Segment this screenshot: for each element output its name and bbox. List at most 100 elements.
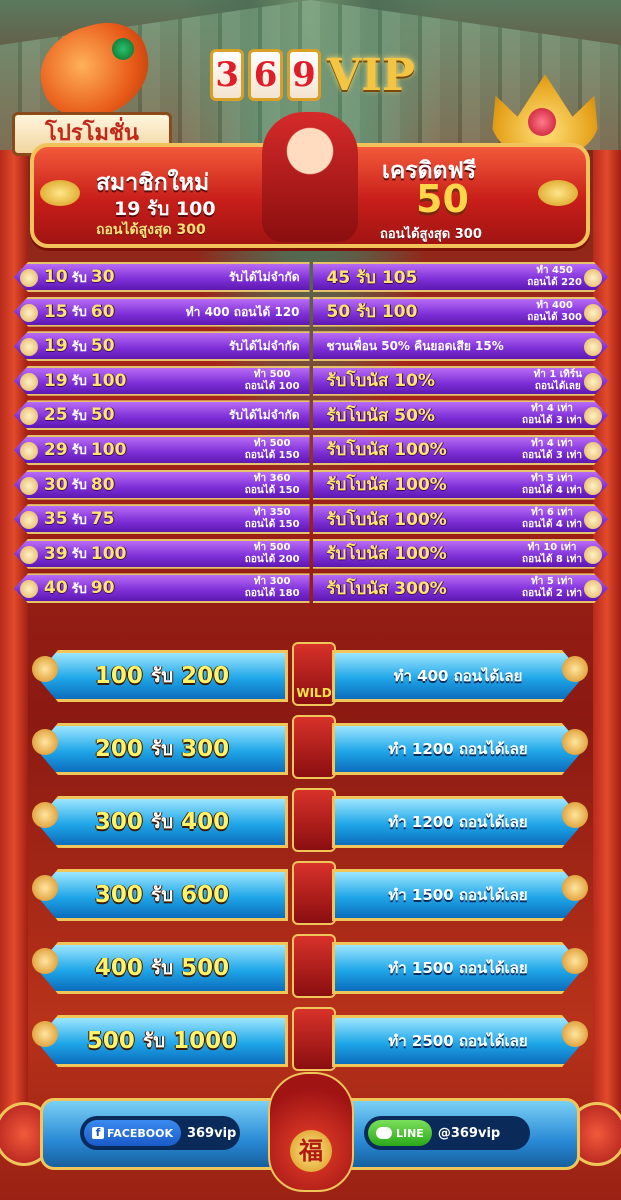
fan-icon (584, 546, 602, 564)
facebook-pill[interactable]: f FACEBOOK (84, 1120, 181, 1146)
big-promo-right: ทำ 1200 ถอนได้เลย (332, 723, 584, 775)
fan-icon (20, 372, 38, 391)
slot-symbol-icon (292, 861, 336, 925)
promo-cell-left: 15 รับ 60 ทำ 400 ถอนได้ 120 (14, 296, 310, 327)
big-rub: รับ (150, 665, 174, 687)
big-rub: รับ (150, 957, 174, 979)
fan-icon (20, 338, 38, 357)
big-promo-left: 300 รับ 400 (36, 796, 288, 848)
promo-cell-left: 30 รับ 80 ทำ 360 ถอนได้ 150 (14, 469, 310, 500)
line-handle: @369vip (437, 1125, 501, 1141)
promo-list-small: 10 รับ 30 รับได้ไม่จำกัด 45 รับ 105 ทำ 4… (14, 262, 608, 608)
big-rub: รับ (150, 811, 174, 833)
fan-icon (20, 441, 38, 460)
row-get: 60 (90, 301, 115, 322)
row-rub: รับ (71, 374, 87, 390)
promo-cell-right: รับโบนัส 100% ทำ 4 เท่า ถอนได้ 3 เท่า (313, 435, 608, 465)
big-deposit: 100 (94, 663, 143, 689)
big-note: ทำ 1200 ถอนได้เลย (388, 740, 528, 758)
row-deposit: 25 (44, 405, 68, 426)
fan-icon (584, 580, 602, 598)
row-right-main: รับโบนัส 100% (326, 544, 447, 565)
promo-row: 19 รับ 100 ทำ 500 ถอนได้ 100 รับโบนัส 10%… (14, 365, 608, 396)
big-deposit: 200 (94, 736, 143, 762)
big-promo-right: ทำ 2500 ถอนได้เลย (332, 1015, 584, 1067)
facebook-link[interactable]: f FACEBOOK 369vip (80, 1116, 240, 1150)
row-right-main: 50 รับ 100 (326, 302, 418, 323)
big-promo-left: 500 รับ 1000 (36, 1015, 288, 1067)
row-right-main: รับโบนัส 100% (326, 475, 447, 496)
row-right-main: รับโบนัส 50% (326, 405, 435, 426)
promo-cell-left: 35 รับ 75 ทำ 350 ถอนได้ 150 (14, 504, 310, 535)
promo-row: 29 รับ 100 ทำ 500 ถอนได้ 150 รับโบนัส 100… (14, 434, 608, 465)
row-rub: รับ (71, 339, 87, 355)
fan-icon (584, 373, 602, 391)
promo-row: 30 รับ 80 ทำ 360 ถอนได้ 150 รับโบนัส 100%… (14, 469, 608, 500)
row-right-note: ทำ 4 เท่า ถอนได้ 3 เท่า (522, 437, 582, 461)
big-promo-row: 200 รับ 300 ทำ 1200 ถอนได้เลย (32, 715, 588, 779)
promo-cell-right: 45 รับ 105 ทำ 450 ถอนได้ 220 (313, 262, 608, 292)
row-deposit: 19 (44, 370, 68, 391)
row-deposit: 29 (44, 439, 68, 460)
row-left-note: รับได้ไม่จำกัด (228, 408, 300, 423)
big-get: 500 (181, 955, 230, 981)
row-left-note: รับได้ไม่จำกัด (228, 270, 300, 284)
fan-icon (562, 1021, 588, 1047)
line-link[interactable]: LINE @369vip (364, 1116, 530, 1150)
fan-icon (32, 729, 58, 755)
big-promo-row: 300 รับ 600 ทำ 1500 ถอนได้เลย (32, 861, 588, 925)
fan-icon (32, 656, 58, 682)
row-right-main: รับโบนัส 10% (326, 371, 435, 392)
slot-symbol-icon (292, 788, 336, 852)
line-pill[interactable]: LINE (368, 1120, 432, 1146)
logo-digit: 3 (210, 49, 245, 101)
ruby-gem-icon (528, 108, 556, 136)
fan-icon (562, 875, 588, 901)
big-promo-row: 300 รับ 400 ทำ 1200 ถอนได้เลย (32, 788, 588, 852)
hero-right-value: 50 (416, 177, 469, 221)
row-rub: รับ (71, 443, 87, 459)
big-get: 1000 (173, 1028, 238, 1054)
row-rub: รับ (71, 547, 87, 563)
row-left-note: ทำ 400 ถอนได้ 120 (185, 304, 300, 319)
fan-icon (32, 875, 58, 901)
row-deposit: 30 (44, 474, 68, 495)
promo-row: 40 รับ 90 ทำ 300 ถอนได้ 180 รับโบนัส 300%… (14, 573, 608, 604)
gold-ingot-icon (538, 180, 578, 206)
promo-row: 19 รับ 50 รับได้ไม่จำกัด ชวนเพื่อน 50% ค… (14, 331, 608, 362)
row-left-note: ทำ 500 ถอนได้ 200 (244, 541, 300, 565)
fan-icon (584, 304, 602, 322)
row-right-note: ทำ 450 ถอนได้ 220 (527, 265, 582, 288)
fan-icon (32, 802, 58, 828)
row-get: 100 (90, 370, 127, 391)
big-promo-row: 100 รับ 200 WILD ทำ 400 ถอนได้เลย (32, 642, 588, 706)
row-get: 100 (90, 543, 127, 564)
promo-cell-left: 19 รับ 50 รับได้ไม่จำกัด (14, 331, 310, 362)
fortune-god-icon (262, 112, 358, 242)
fan-icon (20, 545, 38, 564)
line-icon (376, 1127, 392, 1139)
facebook-icon: f (92, 1127, 104, 1139)
slot-symbol-icon (292, 715, 336, 779)
big-note: ทำ 1500 ถอนได้เลย (388, 886, 528, 904)
row-left-note: ทำ 500 ถอนได้ 150 (244, 437, 300, 461)
big-promo-right: ทำ 400 ถอนได้เลย (332, 650, 584, 702)
slot-symbol-icon: WILD (292, 642, 336, 706)
row-rub: รับ (71, 408, 87, 424)
big-rub: รับ (150, 738, 174, 760)
fan-icon (562, 948, 588, 974)
row-get: 30 (90, 267, 115, 287)
row-deposit: 40 (44, 578, 68, 599)
big-get: 300 (181, 736, 230, 762)
big-promo-right: ทำ 1500 ถอนได้เลย (332, 942, 584, 994)
fan-icon (562, 656, 588, 682)
row-left-note: ทำ 300 ถอนได้ 180 (244, 576, 300, 600)
fan-icon (584, 407, 602, 425)
big-promo-row: 500 รับ 1000 ทำ 2500 ถอนได้เลย (32, 1007, 588, 1071)
line-label: LINE (396, 1126, 424, 1140)
big-promo-left: 400 รับ 500 (36, 942, 288, 994)
fan-icon (20, 303, 38, 322)
row-get: 50 (90, 405, 115, 426)
hero-right-note: ถอนได้สูงสุด 300 (380, 227, 482, 242)
fan-icon (20, 580, 38, 599)
